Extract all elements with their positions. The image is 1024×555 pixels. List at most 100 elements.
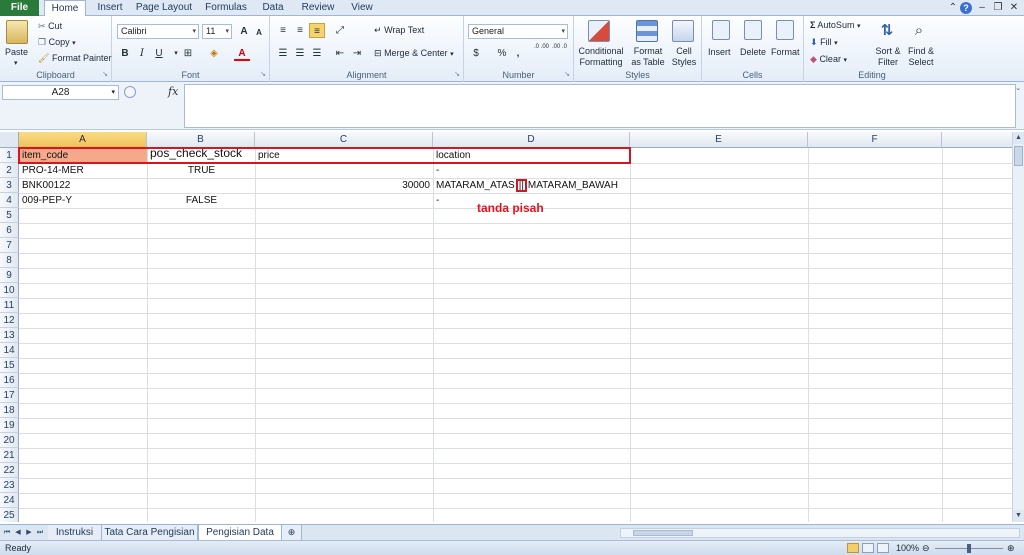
tab-home[interactable]: Home	[44, 0, 86, 17]
sheet-tab-tata-cara[interactable]: Tata Cara Pengisian	[102, 525, 198, 540]
horizontal-scrollbar[interactable]	[620, 528, 1020, 538]
delete-cells-button[interactable]: Delete	[740, 47, 766, 58]
scroll-thumb[interactable]	[1014, 146, 1023, 166]
page-layout-view-icon[interactable]	[862, 543, 874, 553]
underline-button[interactable]: U	[151, 46, 167, 61]
italic-button[interactable]: I	[134, 46, 150, 61]
format-painter-button[interactable]: 🖌 Format Painter	[38, 53, 111, 64]
row-header[interactable]: 12	[0, 313, 19, 328]
vertical-scrollbar[interactable]: ▲ ▼	[1012, 132, 1024, 522]
percent-button[interactable]: %	[494, 46, 510, 61]
row-header[interactable]: 10	[0, 283, 19, 298]
select-all-corner[interactable]	[0, 132, 19, 148]
scroll-up-icon[interactable]: ▲	[1013, 132, 1024, 144]
row-header[interactable]: 18	[0, 403, 19, 418]
help-icon[interactable]: ?	[960, 2, 972, 14]
wrap-text-button[interactable]: ↵ Wrap Text	[374, 25, 424, 36]
shrink-font-button[interactable]: A	[251, 25, 267, 40]
next-sheet-icon[interactable]: ▶	[24, 527, 34, 539]
zoom-in-icon[interactable]: ⊕	[1007, 541, 1015, 555]
row-header[interactable]: 21	[0, 448, 19, 463]
cell-b4[interactable]: FALSE	[148, 193, 255, 208]
bold-button[interactable]: B	[117, 46, 133, 61]
tab-view[interactable]: View	[344, 0, 380, 16]
align-left-icon[interactable]: ☰	[275, 46, 291, 61]
clear-button[interactable]: ◆ Clear ▾	[810, 54, 847, 66]
font-launcher-icon[interactable]: ↘	[260, 69, 266, 80]
sort-filter-button[interactable]: Sort & Filter	[872, 46, 904, 68]
fill-color-icon[interactable]: ◈	[206, 46, 222, 61]
row-header[interactable]: 20	[0, 433, 19, 448]
number-launcher-icon[interactable]: ↘	[564, 69, 570, 80]
col-header-d[interactable]: D	[433, 132, 630, 148]
increase-indent-icon[interactable]: ⇥	[349, 46, 365, 61]
font-name-select[interactable]: Calibri ▾	[117, 24, 199, 39]
col-header-c[interactable]: C	[255, 132, 433, 148]
zoom-out-icon[interactable]: ⊖	[922, 541, 930, 555]
cell-a2[interactable]: PRO-14-MER	[20, 163, 147, 178]
formula-cancel-icon[interactable]	[124, 86, 136, 98]
tab-insert[interactable]: Insert	[90, 0, 130, 16]
row-header[interactable]: 17	[0, 388, 19, 403]
number-format-select[interactable]: General ▾	[468, 24, 568, 39]
sheet-tab-instruksi[interactable]: Instruksi	[48, 525, 102, 540]
row-header[interactable]: 3	[0, 178, 19, 193]
row-header[interactable]: 11	[0, 298, 19, 313]
fill-button[interactable]: ⬇ Fill ▾	[810, 37, 838, 49]
row-header[interactable]: 5	[0, 208, 19, 223]
normal-view-icon[interactable]	[847, 543, 859, 553]
paste-dropdown-icon[interactable]: ▾	[14, 58, 18, 69]
cell-styles-button[interactable]: Cell Styles	[668, 46, 700, 68]
close-icon[interactable]: ✕	[1007, 1, 1021, 15]
row-header[interactable]: 15	[0, 358, 19, 373]
format-as-table-button[interactable]: Format as Table	[628, 46, 668, 68]
currency-icon[interactable]: $	[468, 46, 484, 61]
col-header-f[interactable]: F	[808, 132, 942, 148]
decrease-decimal-button[interactable]: .00 .0	[552, 44, 568, 51]
prev-sheet-icon[interactable]: ◀	[13, 527, 23, 539]
cell-d3[interactable]: MATARAM_ATAS || MATARAM_BAWAH	[434, 178, 630, 193]
paste-button[interactable]: Paste	[5, 47, 28, 58]
conditional-formatting-button[interactable]: Conditional Formatting	[577, 46, 625, 68]
row-header[interactable]: 2	[0, 163, 19, 178]
align-bottom-icon[interactable]: ≡	[309, 23, 325, 38]
zoom-slider-thumb[interactable]	[967, 544, 971, 553]
row-header[interactable]: 8	[0, 253, 19, 268]
row-header[interactable]: 25	[0, 508, 19, 522]
insert-cells-button[interactable]: Insert	[708, 47, 731, 58]
align-middle-icon[interactable]: ≡	[292, 23, 308, 38]
cell-c3[interactable]: 30000	[256, 178, 433, 193]
page-break-view-icon[interactable]	[877, 543, 889, 553]
decrease-indent-icon[interactable]: ⇤	[332, 46, 348, 61]
row-header[interactable]: 13	[0, 328, 19, 343]
increase-decimal-button[interactable]: .0 .00	[534, 44, 550, 51]
copy-button[interactable]: ❐ Copy ▾	[38, 37, 76, 49]
tab-file[interactable]: File	[0, 0, 39, 16]
restore-icon[interactable]: ❐	[991, 1, 1005, 15]
tab-page-layout[interactable]: Page Layout	[133, 0, 195, 16]
font-size-select[interactable]: 11 ▾	[202, 24, 232, 39]
scroll-down-icon[interactable]: ▼	[1013, 510, 1024, 522]
row-header[interactable]: 9	[0, 268, 19, 283]
col-header-e[interactable]: E	[630, 132, 808, 148]
tab-review[interactable]: Review	[296, 0, 340, 16]
row-header[interactable]: 16	[0, 373, 19, 388]
last-sheet-icon[interactable]: ⏭	[35, 527, 45, 539]
cell-d2[interactable]: -	[434, 163, 630, 178]
row-header[interactable]: 6	[0, 223, 19, 238]
formula-expand-icon[interactable]: ⌄	[1014, 84, 1022, 128]
cell-b2[interactable]: TRUE	[148, 163, 255, 178]
sheet-tab-pengisian-data[interactable]: Pengisian Data	[198, 525, 282, 540]
row-header[interactable]: 14	[0, 343, 19, 358]
align-top-icon[interactable]: ≡	[275, 23, 291, 38]
row-header[interactable]: 4	[0, 193, 19, 208]
autosum-button[interactable]: Σ AutoSum ▾	[810, 20, 860, 32]
first-sheet-icon[interactable]: ⏮	[2, 527, 12, 539]
format-cells-button[interactable]: Format	[771, 47, 800, 58]
name-box[interactable]: A28 ▾	[2, 85, 119, 100]
row-header[interactable]: 7	[0, 238, 19, 253]
font-color-icon[interactable]: A	[234, 46, 250, 61]
row-header[interactable]: 19	[0, 418, 19, 433]
cell-a3[interactable]: BNK00122	[20, 178, 147, 193]
row-header[interactable]: 22	[0, 463, 19, 478]
